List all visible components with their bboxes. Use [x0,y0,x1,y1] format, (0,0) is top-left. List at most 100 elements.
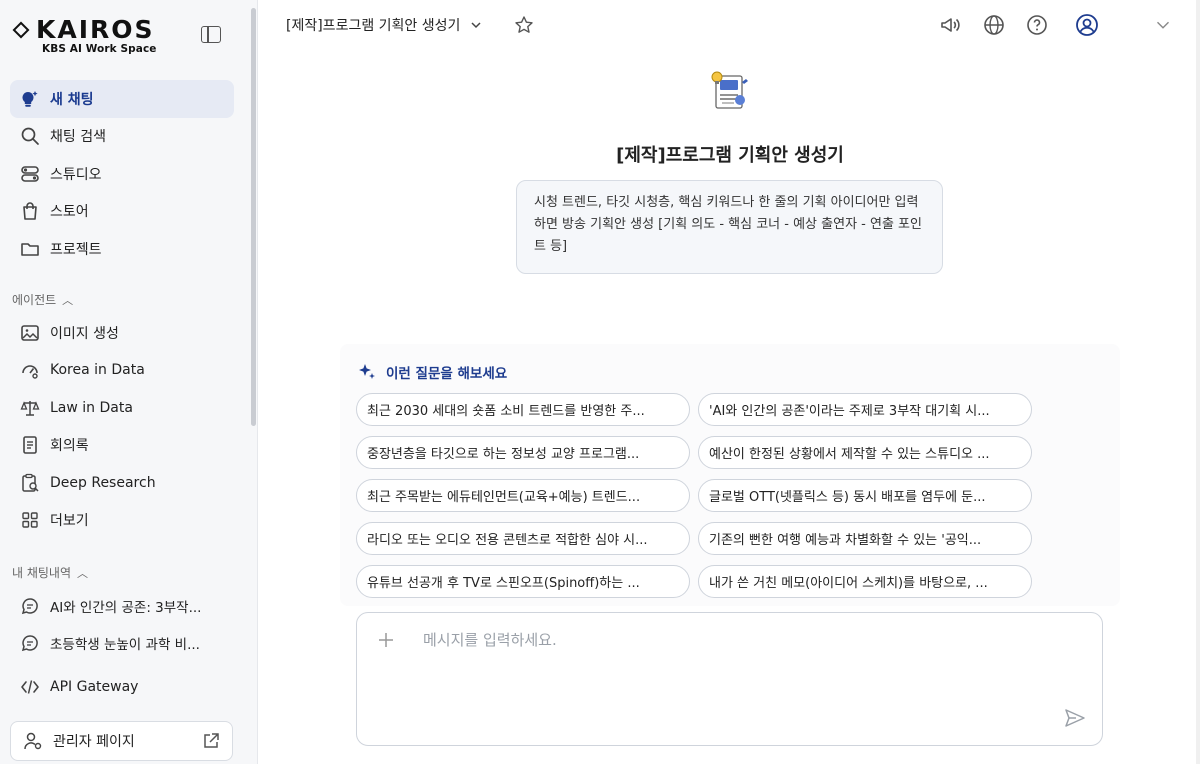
api-gateway-label: API Gateway [50,678,139,695]
brand-subtitle: KBS AI Work Space [42,43,157,55]
bag-icon [20,201,40,221]
history-item[interactable]: AI와 인간의 공존: 3부작... [10,587,234,625]
suggestion-text: 기존의 뻔한 여행 예능과 차별화할 수 있는 '공익... [709,533,982,548]
top-header: [제작]프로그램 기획안 생성기 [258,0,1200,52]
agent-label: 회의록 [50,438,89,455]
agent-item-minutes[interactable]: 회의록 [10,427,234,465]
nav-item-new-chat[interactable]: 새 채팅 [10,80,234,118]
agent-description: 시청 트렌드, 타깃 시청층, 핵심 키워드나 한 줄의 기획 아이디어만 입력… [516,180,943,274]
suggestion-chip[interactable]: 라디오 또는 오디오 전용 콘텐츠로 적합한 심야 시... [356,522,690,555]
plus-icon[interactable] [377,631,395,649]
chat-history-list: AI와 인간의 공존: 3부작... 초등학생 눈높이 과학 비... [10,587,234,662]
nav-item-api-gateway[interactable]: API Gateway [10,668,234,706]
history-label: AI와 인간의 공존: 3부작... [50,599,202,616]
agent-item-more[interactable]: 더보기 [10,502,234,540]
agent-label: Deep Research [50,474,156,491]
agents-list: 이미지 생성 Korea in Data Law in Data 회의록 Dee… [10,314,234,539]
suggestion-text: 라디오 또는 오디오 전용 콘텐츠로 적합한 심야 시... [367,533,648,548]
suggestion-chip[interactable]: 예산이 한정된 상황에서 제작할 수 있는 스튜디오 ... [698,436,1032,469]
suggestion-text: 예산이 한정된 상황에서 제작할 수 있는 스튜디오 ... [709,447,990,462]
suggestions-header: 이런 질문을 해보세요 [358,362,507,382]
agent-label: Law in Data [50,399,133,416]
sidebar: KAIROS KBS AI Work Space 새 채팅 채팅 검색 스튜디오… [0,0,258,764]
chevron-up-icon: ︿ [62,293,74,307]
agent-label: 이미지 생성 [50,325,119,342]
suggestion-text: 글로벌 OTT(넷플릭스 등) 동시 배포를 염두에 둔... [709,490,986,505]
suggestion-chip[interactable]: 내가 쓴 거친 메모(아이디어 스케치)를 바탕으로, ... [698,565,1032,598]
history-section-title: 내 채팅내역 [12,566,72,580]
scale-icon [20,398,40,418]
agent-item-deep-research[interactable]: Deep Research [10,464,234,502]
nav-item-project[interactable]: 프로젝트 [10,230,234,268]
suggestion-text: 최근 2030 세대의 숏폼 소비 트렌드를 반영한 주... [367,404,645,419]
main-scrollbar[interactable] [1196,0,1200,764]
suggestion-text: 내가 쓴 거친 메모(아이디어 스케치)를 바탕으로, ... [709,576,988,591]
gauge-icon [20,360,40,380]
chat-bubble-icon [20,633,40,653]
chevron-down-icon [471,22,481,29]
suggestion-text: 중장년층을 타깃으로 하는 정보성 교양 프로그램... [367,447,640,462]
suggestions-title: 이런 질문을 해보세요 [386,366,508,382]
nav-label: 프로젝트 [50,241,102,258]
search-icon [20,126,40,146]
chat-bubble-icon [20,596,40,616]
brand-name: KAIROS [36,15,155,44]
nav-item-studio[interactable]: 스튜디오 [10,155,234,193]
suggestion-text: 'AI와 인간의 공존'이라는 주제로 3부작 대기획 시... [709,404,990,419]
agent-thumbnail-icon [706,70,750,112]
app-window: KAIROS KBS AI Work Space 새 채팅 채팅 검색 스튜디오… [0,0,1200,764]
nav-label: 새 채팅 [50,91,94,108]
agents-section-title: 에이전트 [12,293,57,307]
clipboard-search-icon [20,473,40,493]
agent-item-korea-in-data[interactable]: Korea in Data [10,352,234,390]
grid-icon [20,510,40,530]
brand-logo[interactable]: KAIROS KBS AI Work Space [12,15,157,55]
megaphone-icon[interactable] [939,13,963,37]
image-icon [20,323,40,343]
api-gateway-link[interactable]: API Gateway [10,668,234,706]
user-avatar-icon[interactable] [1075,13,1099,37]
agent-selector[interactable]: [제작]프로그램 기획안 생성기 [286,15,482,35]
message-input[interactable] [423,631,1023,649]
agent-label: 더보기 [50,513,89,530]
help-icon[interactable] [1025,13,1049,37]
message-composer [356,612,1103,746]
history-label: 초등학생 눈높이 과학 비... [50,637,200,654]
history-section-toggle[interactable]: 내 채팅내역 ︿ [12,564,88,581]
sidebar-scrollbar[interactable] [251,8,256,426]
agent-item-law-in-data[interactable]: Law in Data [10,389,234,427]
toggle-icon [20,164,40,184]
globe-icon[interactable] [982,13,1006,37]
nav-label: 스토어 [50,204,89,221]
admin-page-button[interactable]: 관리자 페이지 [10,721,233,761]
suggestion-chip[interactable]: 유튜브 선공개 후 TV로 스핀오프(Spinoff)하는 ... [356,565,690,598]
chevron-down-icon[interactable] [1152,14,1174,36]
suggestion-chip[interactable]: 중장년층을 타깃으로 하는 정보성 교양 프로그램... [356,436,690,469]
suggestion-chip[interactable]: 기존의 뻔한 여행 예능과 차별화할 수 있는 '공익... [698,522,1032,555]
user-gear-icon [23,731,43,751]
header-title: [제작]프로그램 기획안 생성기 [286,18,461,34]
chevron-up-icon: ︿ [77,566,89,580]
nav-item-chat-search[interactable]: 채팅 검색 [10,118,234,156]
suggestion-text: 최근 주목받는 에듀테인먼트(교육+예능) 트렌드... [367,490,641,505]
folder-icon [20,239,40,259]
agents-section-toggle[interactable]: 에이전트 ︿ [12,291,73,308]
admin-page-label: 관리자 페이지 [53,734,135,750]
suggestion-chip[interactable]: 'AI와 인간의 공존'이라는 주제로 3부작 대기획 시... [698,393,1032,426]
suggestion-chip[interactable]: 최근 2030 세대의 숏폼 소비 트렌드를 반영한 주... [356,393,690,426]
sidebar-toggle-icon[interactable] [201,26,221,43]
history-item[interactable]: 초등학생 눈높이 과학 비... [10,625,234,663]
nav-label: 채팅 검색 [50,129,106,146]
agent-item-image-gen[interactable]: 이미지 생성 [10,314,234,352]
nav-item-store[interactable]: 스토어 [10,193,234,231]
agent-title: [제작]프로그램 기획안 생성기 [616,145,844,166]
suggestion-chip[interactable]: 글로벌 OTT(넷플릭스 등) 동시 배포를 염두에 둔... [698,479,1032,512]
suggestion-chip[interactable]: 최근 주목받는 에듀테인먼트(교육+예능) 트렌드... [356,479,690,512]
code-icon [20,677,40,697]
star-icon[interactable] [514,15,534,35]
main-nav: 새 채팅 채팅 검색 스튜디오 스토어 프로젝트 [10,80,234,268]
send-icon[interactable] [1064,707,1086,729]
sparkle-icon [359,364,375,379]
external-link-icon [204,733,219,748]
document-icon [20,435,40,455]
